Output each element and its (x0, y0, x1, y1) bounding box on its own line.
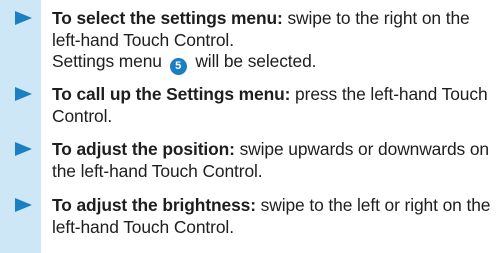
step-lead: To adjust the brightness: (52, 195, 256, 215)
instruction-step: To select the settings menu: swipe to th… (15, 8, 492, 75)
numbered-circle-icon: 5 (169, 58, 187, 75)
note-text-after: will be selected. (190, 51, 317, 71)
note-text-before: Settings menu (52, 51, 167, 71)
step-text: To adjust the brightness: swipe to the l… (52, 195, 492, 238)
step-result-note: Settings menu 5 will be selected. (52, 51, 492, 75)
step-lead: To adjust the position: (52, 139, 235, 159)
triangle-right-icon (15, 87, 32, 101)
triangle-right-icon (15, 198, 32, 212)
step-lead: To call up the Settings menu: (52, 84, 291, 104)
step-text: To call up the Settings menu: press the … (52, 84, 492, 127)
instruction-step: To adjust the brightness: swipe to the l… (15, 195, 492, 238)
triangle-right-icon (15, 11, 32, 25)
step-text: To adjust the position: swipe upwards or… (52, 139, 492, 182)
step-text: To select the settings menu: swipe to th… (52, 8, 492, 51)
instruction-step: To adjust the position: swipe upwards or… (15, 139, 492, 182)
instruction-step: To call up the Settings menu: press the … (15, 84, 492, 127)
step-lead: To select the settings menu: (52, 8, 283, 28)
left-margin-strip (0, 0, 41, 253)
triangle-right-icon (15, 142, 32, 156)
